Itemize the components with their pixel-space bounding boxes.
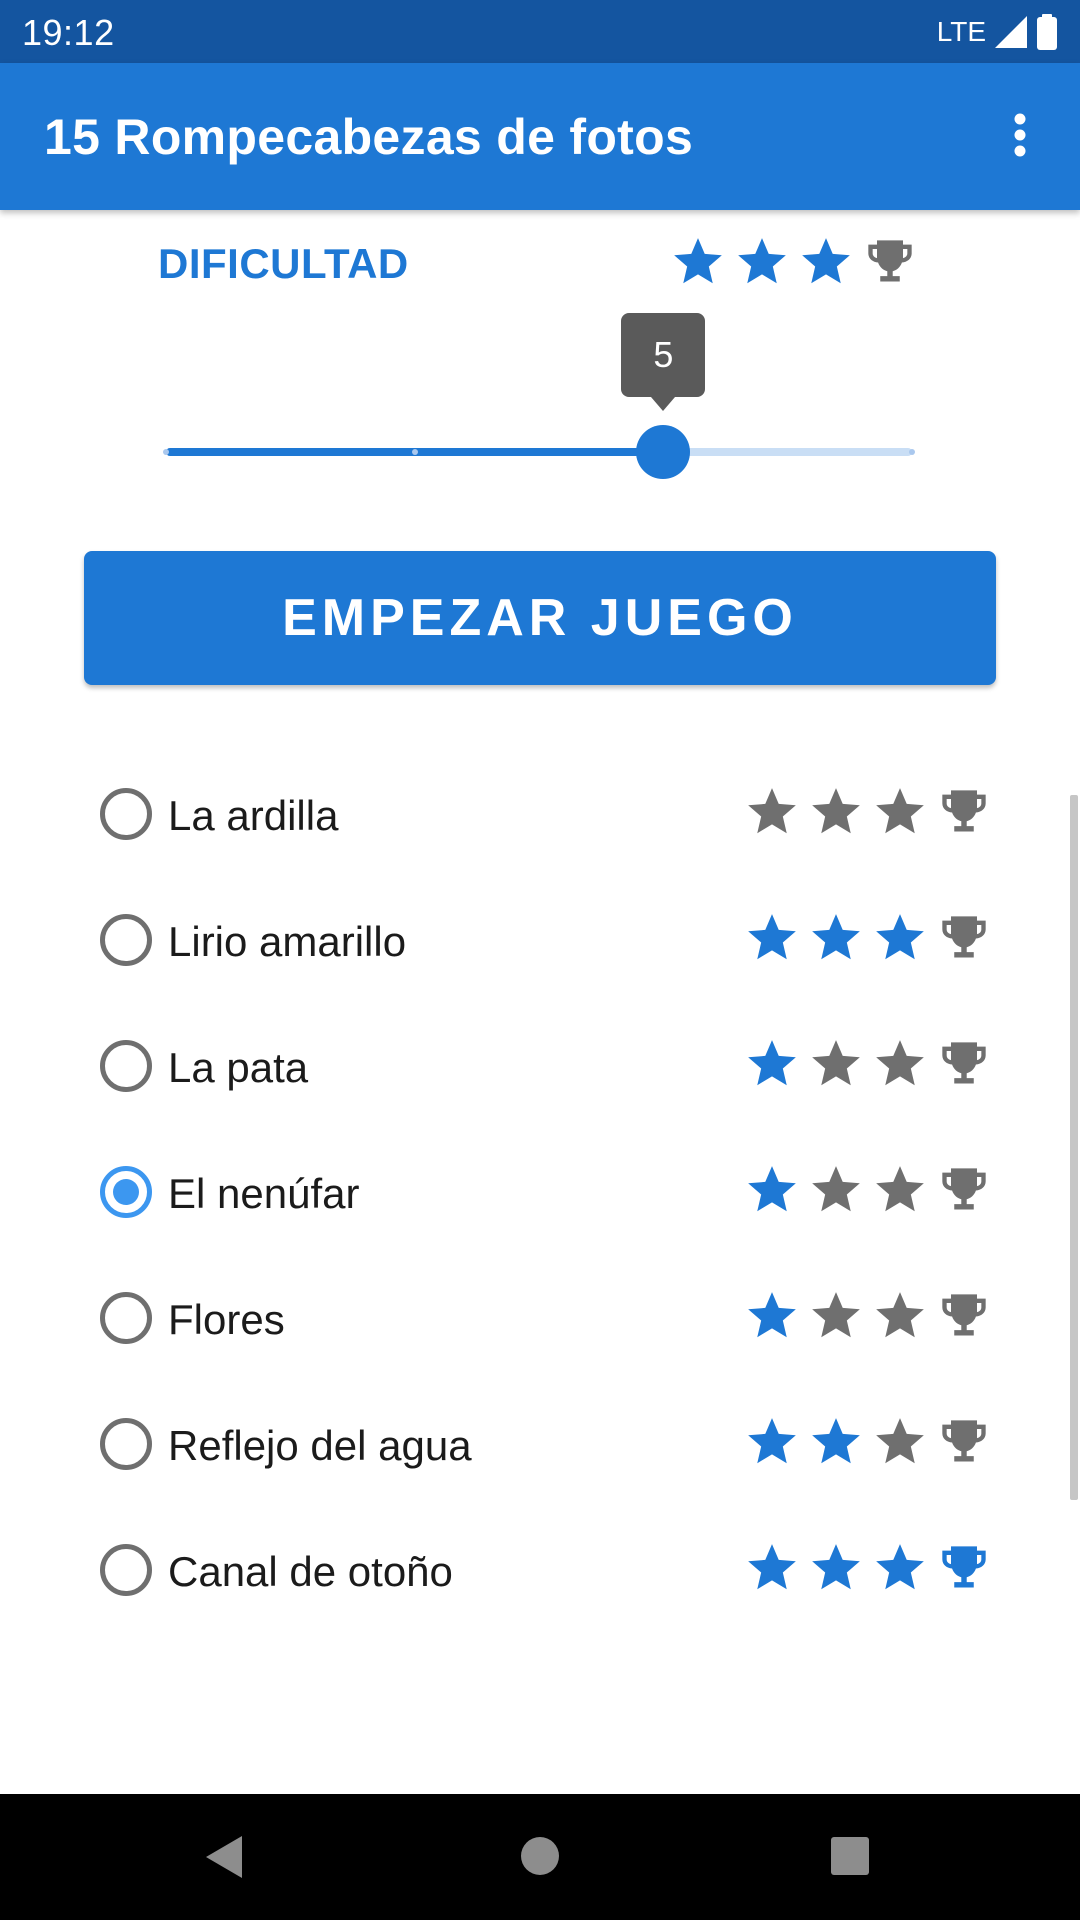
radio-button[interactable] — [100, 1418, 152, 1470]
puzzle-list-item[interactable]: La pata — [0, 1002, 1080, 1128]
slider-tick — [163, 449, 169, 455]
battery-icon — [1036, 14, 1058, 50]
puzzle-rating — [746, 1038, 990, 1090]
puzzle-list-item[interactable]: Canal de otoño — [0, 1506, 1080, 1632]
star-icon — [810, 786, 862, 838]
slider-value-tooltip: 5 — [621, 313, 706, 411]
difficulty-label: DIFICULTAD — [158, 240, 409, 287]
puzzle-rating — [746, 786, 990, 838]
star-icon — [810, 1164, 862, 1216]
radio-button[interactable] — [100, 1544, 152, 1596]
scrollbar[interactable] — [1070, 795, 1078, 1500]
star-icon — [746, 1164, 798, 1216]
puzzle-list-item[interactable]: Lirio amarillo — [0, 876, 1080, 1002]
star-icon — [874, 1542, 926, 1594]
star-icon — [810, 1038, 862, 1090]
trophy-icon — [864, 236, 916, 288]
slider-thumb[interactable] — [636, 425, 691, 479]
navigation-bar — [0, 1794, 1080, 1920]
status-bar: 19:12 LTE — [0, 0, 1080, 63]
network-type: LTE — [936, 16, 986, 47]
more-vert-icon[interactable] — [990, 105, 1050, 165]
star-icon — [874, 912, 926, 964]
signal-icon — [994, 15, 1028, 49]
start-game-button[interactable]: EMPEZAR JUEGO — [84, 551, 996, 685]
puzzle-label: Lirio amarillo — [168, 918, 407, 965]
puzzle-rating — [746, 1290, 990, 1342]
recent-apps-icon[interactable] — [830, 1836, 870, 1881]
radio-button[interactable] — [100, 1292, 152, 1344]
puzzle-rating — [746, 1416, 990, 1468]
trophy-icon — [938, 786, 990, 838]
trophy-icon — [938, 1416, 990, 1468]
puzzle-label: Canal de otoño — [168, 1548, 453, 1595]
star-icon — [810, 1416, 862, 1468]
star-icon — [672, 236, 724, 288]
star-icon — [874, 1038, 926, 1090]
trophy-icon — [938, 912, 990, 964]
app-title: 15 Rompecabezas de fotos — [44, 109, 694, 165]
puzzle-list-item[interactable]: La ardilla — [0, 750, 1080, 876]
trophy-icon — [938, 1038, 990, 1090]
star-icon — [746, 1290, 798, 1342]
trophy-icon — [938, 1542, 990, 1594]
star-icon — [746, 1038, 798, 1090]
home-icon[interactable] — [520, 1836, 560, 1881]
radio-dot — [113, 1179, 139, 1205]
difficulty-rating — [672, 236, 916, 288]
star-icon — [874, 1416, 926, 1468]
star-icon — [874, 1164, 926, 1216]
puzzle-label: La pata — [168, 1044, 309, 1091]
puzzle-list-item[interactable]: El nenúfar — [0, 1128, 1080, 1254]
star-icon — [736, 236, 788, 288]
puzzle-list-item[interactable]: Flores — [0, 1254, 1080, 1380]
app-bar: 15 Rompecabezas de fotos — [0, 63, 1080, 210]
star-icon — [810, 912, 862, 964]
puzzle-list-item[interactable]: Reflejo del agua — [0, 1380, 1080, 1506]
star-icon — [746, 1416, 798, 1468]
puzzle-label: El nenúfar — [168, 1170, 360, 1217]
status-time: 19:12 — [22, 12, 115, 53]
star-icon — [746, 912, 798, 964]
star-icon — [746, 1542, 798, 1594]
star-icon — [810, 1542, 862, 1594]
trophy-icon — [938, 1164, 990, 1216]
star-icon — [800, 236, 852, 288]
radio-button-checked[interactable] — [100, 1166, 152, 1218]
puzzle-label: La ardilla — [168, 792, 339, 839]
puzzle-rating — [746, 912, 990, 964]
star-icon — [874, 1290, 926, 1342]
puzzle-label: Reflejo del agua — [168, 1422, 472, 1469]
back-icon[interactable] — [204, 1834, 244, 1885]
radio-button[interactable] — [100, 914, 152, 966]
star-icon — [810, 1290, 862, 1342]
trophy-icon — [938, 1290, 990, 1342]
puzzle-rating — [746, 1164, 990, 1216]
puzzle-rating — [746, 1542, 990, 1594]
slider-tick — [909, 449, 915, 455]
star-icon — [874, 786, 926, 838]
radio-button[interactable] — [100, 1040, 152, 1092]
puzzle-label: Flores — [168, 1296, 285, 1343]
star-icon — [746, 786, 798, 838]
difficulty-slider[interactable]: 5 — [160, 313, 918, 479]
slider-tick — [411, 449, 418, 455]
status-icons: LTE — [937, 12, 1058, 52]
radio-button[interactable] — [100, 788, 152, 840]
